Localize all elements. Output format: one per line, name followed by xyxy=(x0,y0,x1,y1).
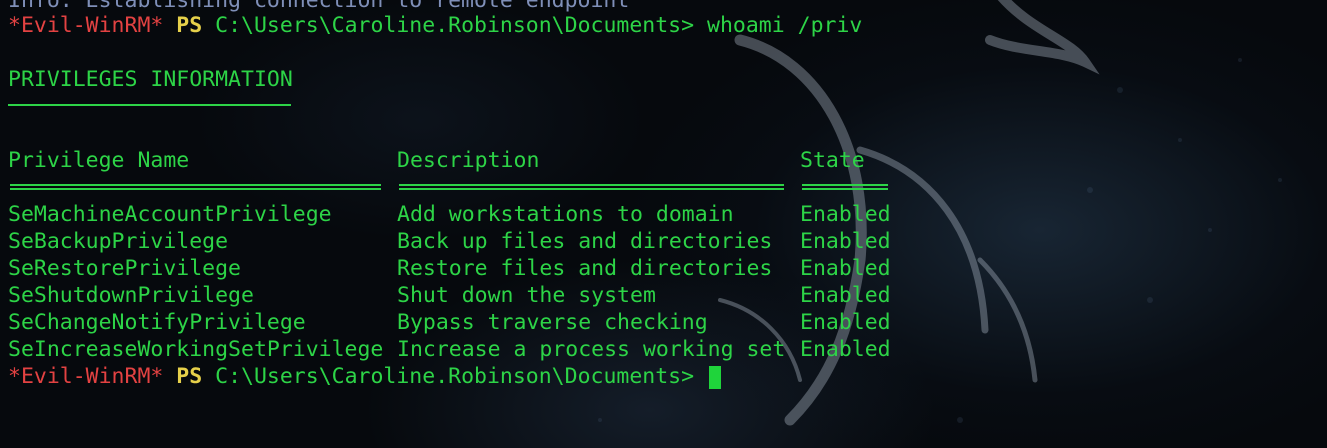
text-cursor[interactable] xyxy=(709,366,721,389)
column-header-privilege: Privilege Name xyxy=(8,148,190,173)
prompt-path: C:\Users\Caroline.Robinson\Documents> xyxy=(215,364,695,389)
header-rule-privilege xyxy=(10,184,381,190)
privilege-description: Restore files and directories xyxy=(397,256,773,281)
active-prompt-line[interactable]: *Evil-WinRM* PS C:\Users\Caroline.Robins… xyxy=(8,363,694,390)
column-header-description: Description xyxy=(397,148,540,173)
privilege-description: Shut down the system xyxy=(397,283,656,308)
ps-label: PS xyxy=(176,13,203,38)
privilege-state: Enabled xyxy=(800,256,891,281)
shell-tag: *Evil-WinRM* xyxy=(8,364,164,389)
privilege-name: SeShutdownPrivilege xyxy=(8,283,254,308)
heading-underline xyxy=(8,104,291,106)
privilege-state: Enabled xyxy=(800,202,891,227)
privilege-state: Enabled xyxy=(800,229,891,254)
ps-label: PS xyxy=(176,364,203,389)
privilege-name: SeIncreaseWorkingSetPrivilege xyxy=(8,337,384,362)
shell-tag: *Evil-WinRM* xyxy=(8,13,164,38)
privilege-state: Enabled xyxy=(800,283,891,308)
privilege-name: SeChangeNotifyPrivilege xyxy=(8,310,306,335)
privilege-name: SeRestorePrivilege xyxy=(8,256,241,281)
terminal-window[interactable]: Info: Establishing connection to remote … xyxy=(0,0,1327,448)
header-rule-state xyxy=(802,184,888,190)
header-rule-description xyxy=(399,184,784,190)
column-header-state: State xyxy=(800,148,865,173)
privilege-description: Add workstations to domain xyxy=(397,202,734,227)
prompt-path: C:\Users\Caroline.Robinson\Documents> xyxy=(215,13,695,38)
command-text: whoami /priv xyxy=(707,13,863,38)
privilege-description: Bypass traverse checking xyxy=(397,310,708,335)
privilege-state: Enabled xyxy=(800,337,891,362)
privilege-name: SeBackupPrivilege xyxy=(8,229,229,254)
command-prompt-line: *Evil-WinRM* PS C:\Users\Caroline.Robins… xyxy=(8,12,862,39)
privilege-description: Back up files and directories xyxy=(397,229,773,254)
privilege-state: Enabled xyxy=(800,310,891,335)
privilege-description: Increase a process working set xyxy=(397,337,786,362)
section-heading: PRIVILEGES INFORMATION xyxy=(8,67,293,92)
privilege-name: SeMachineAccountPrivilege xyxy=(8,202,332,227)
